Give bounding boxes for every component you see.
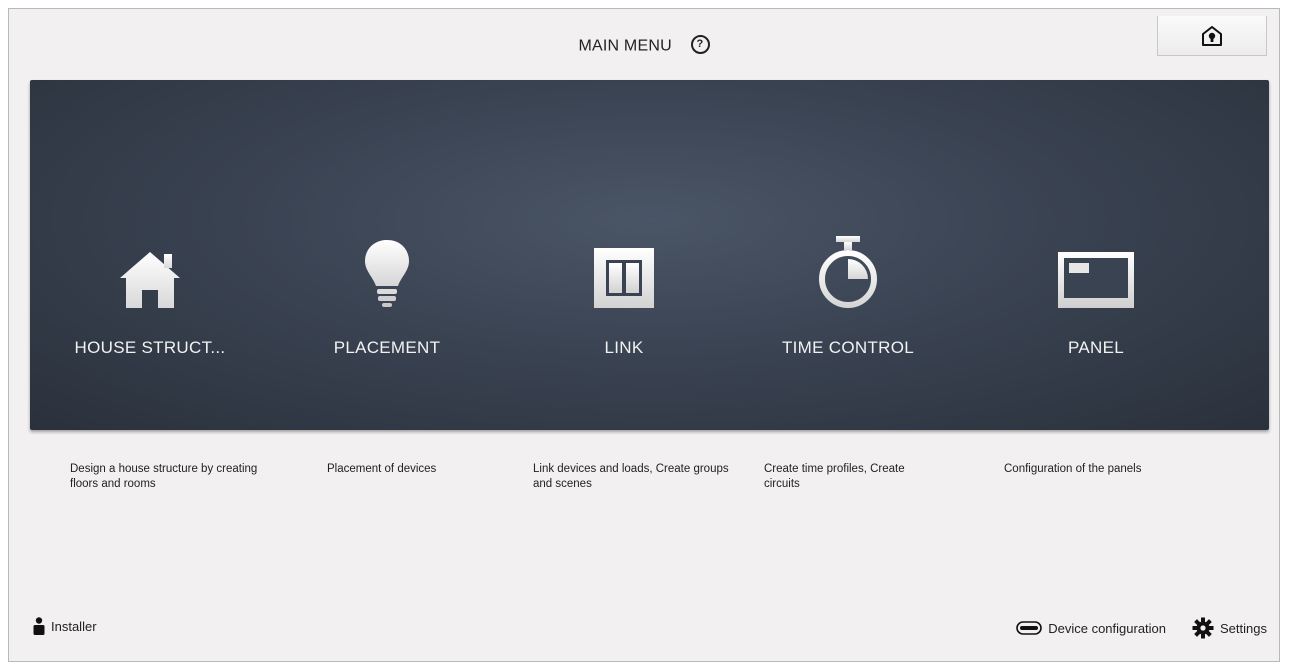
stopwatch-icon (819, 236, 877, 308)
tile-house-structure[interactable]: HOUSE STRUCT... (50, 230, 250, 370)
home-button[interactable] (1157, 16, 1267, 56)
help-icon[interactable]: ? (690, 35, 710, 54)
tile-label: PANEL (1068, 338, 1124, 357)
tile-description-link: Link devices and loads, Create groups an… (533, 463, 729, 490)
person-icon (33, 617, 45, 635)
tile-label: HOUSE STRUCT... (74, 338, 226, 357)
user-role-label: Installer (51, 618, 97, 634)
tile-time-control[interactable]: TIME CONTROL (748, 230, 948, 370)
footer-actions: Device configuration Settings (1016, 617, 1267, 639)
tile-label: TIME CONTROL (781, 338, 915, 357)
tile-link[interactable]: LINK (524, 230, 724, 370)
settings-label: Settings (1220, 620, 1267, 636)
main-menu-panel: HOUSE STRUCT... PLACEMENT LINK TIME CONT… (30, 80, 1269, 430)
tile-panel[interactable]: PANEL (996, 230, 1196, 370)
tile-description-time-control: Create time profiles, Create circuits (764, 463, 905, 490)
app-frame: MAIN MENU ? HOUSE STRUCT... PLACEMENT LI… (8, 8, 1280, 662)
tile-description-house-structure: Design a house structure by creating flo… (70, 463, 258, 490)
device-configuration-label: Device configuration (1048, 620, 1167, 636)
footer-user: Installer (33, 617, 97, 635)
tile-label: PLACEMENT (333, 338, 441, 357)
gear-icon (1192, 617, 1214, 639)
panel-icon (1058, 252, 1134, 308)
title-bar: MAIN MENU ? (9, 35, 1279, 56)
tile-label: LINK (604, 338, 644, 357)
page-title: MAIN MENU (578, 37, 672, 55)
lightbulb-icon (365, 240, 409, 307)
header: MAIN MENU ? (9, 9, 1279, 81)
tile-description-panel: Configuration of the panels (1004, 463, 1142, 475)
tile-placement[interactable]: PLACEMENT (287, 230, 487, 370)
tile-description-placement: Placement of devices (327, 463, 437, 475)
device-configuration-button[interactable]: Device configuration (1016, 621, 1166, 636)
house-icon (120, 252, 180, 308)
home-bulb-icon (1202, 25, 1222, 46)
installer-user-button[interactable]: Installer (33, 617, 97, 635)
switch-icon (594, 248, 654, 308)
settings-button[interactable]: Settings (1192, 617, 1267, 639)
device-panel-icon (1016, 621, 1043, 635)
